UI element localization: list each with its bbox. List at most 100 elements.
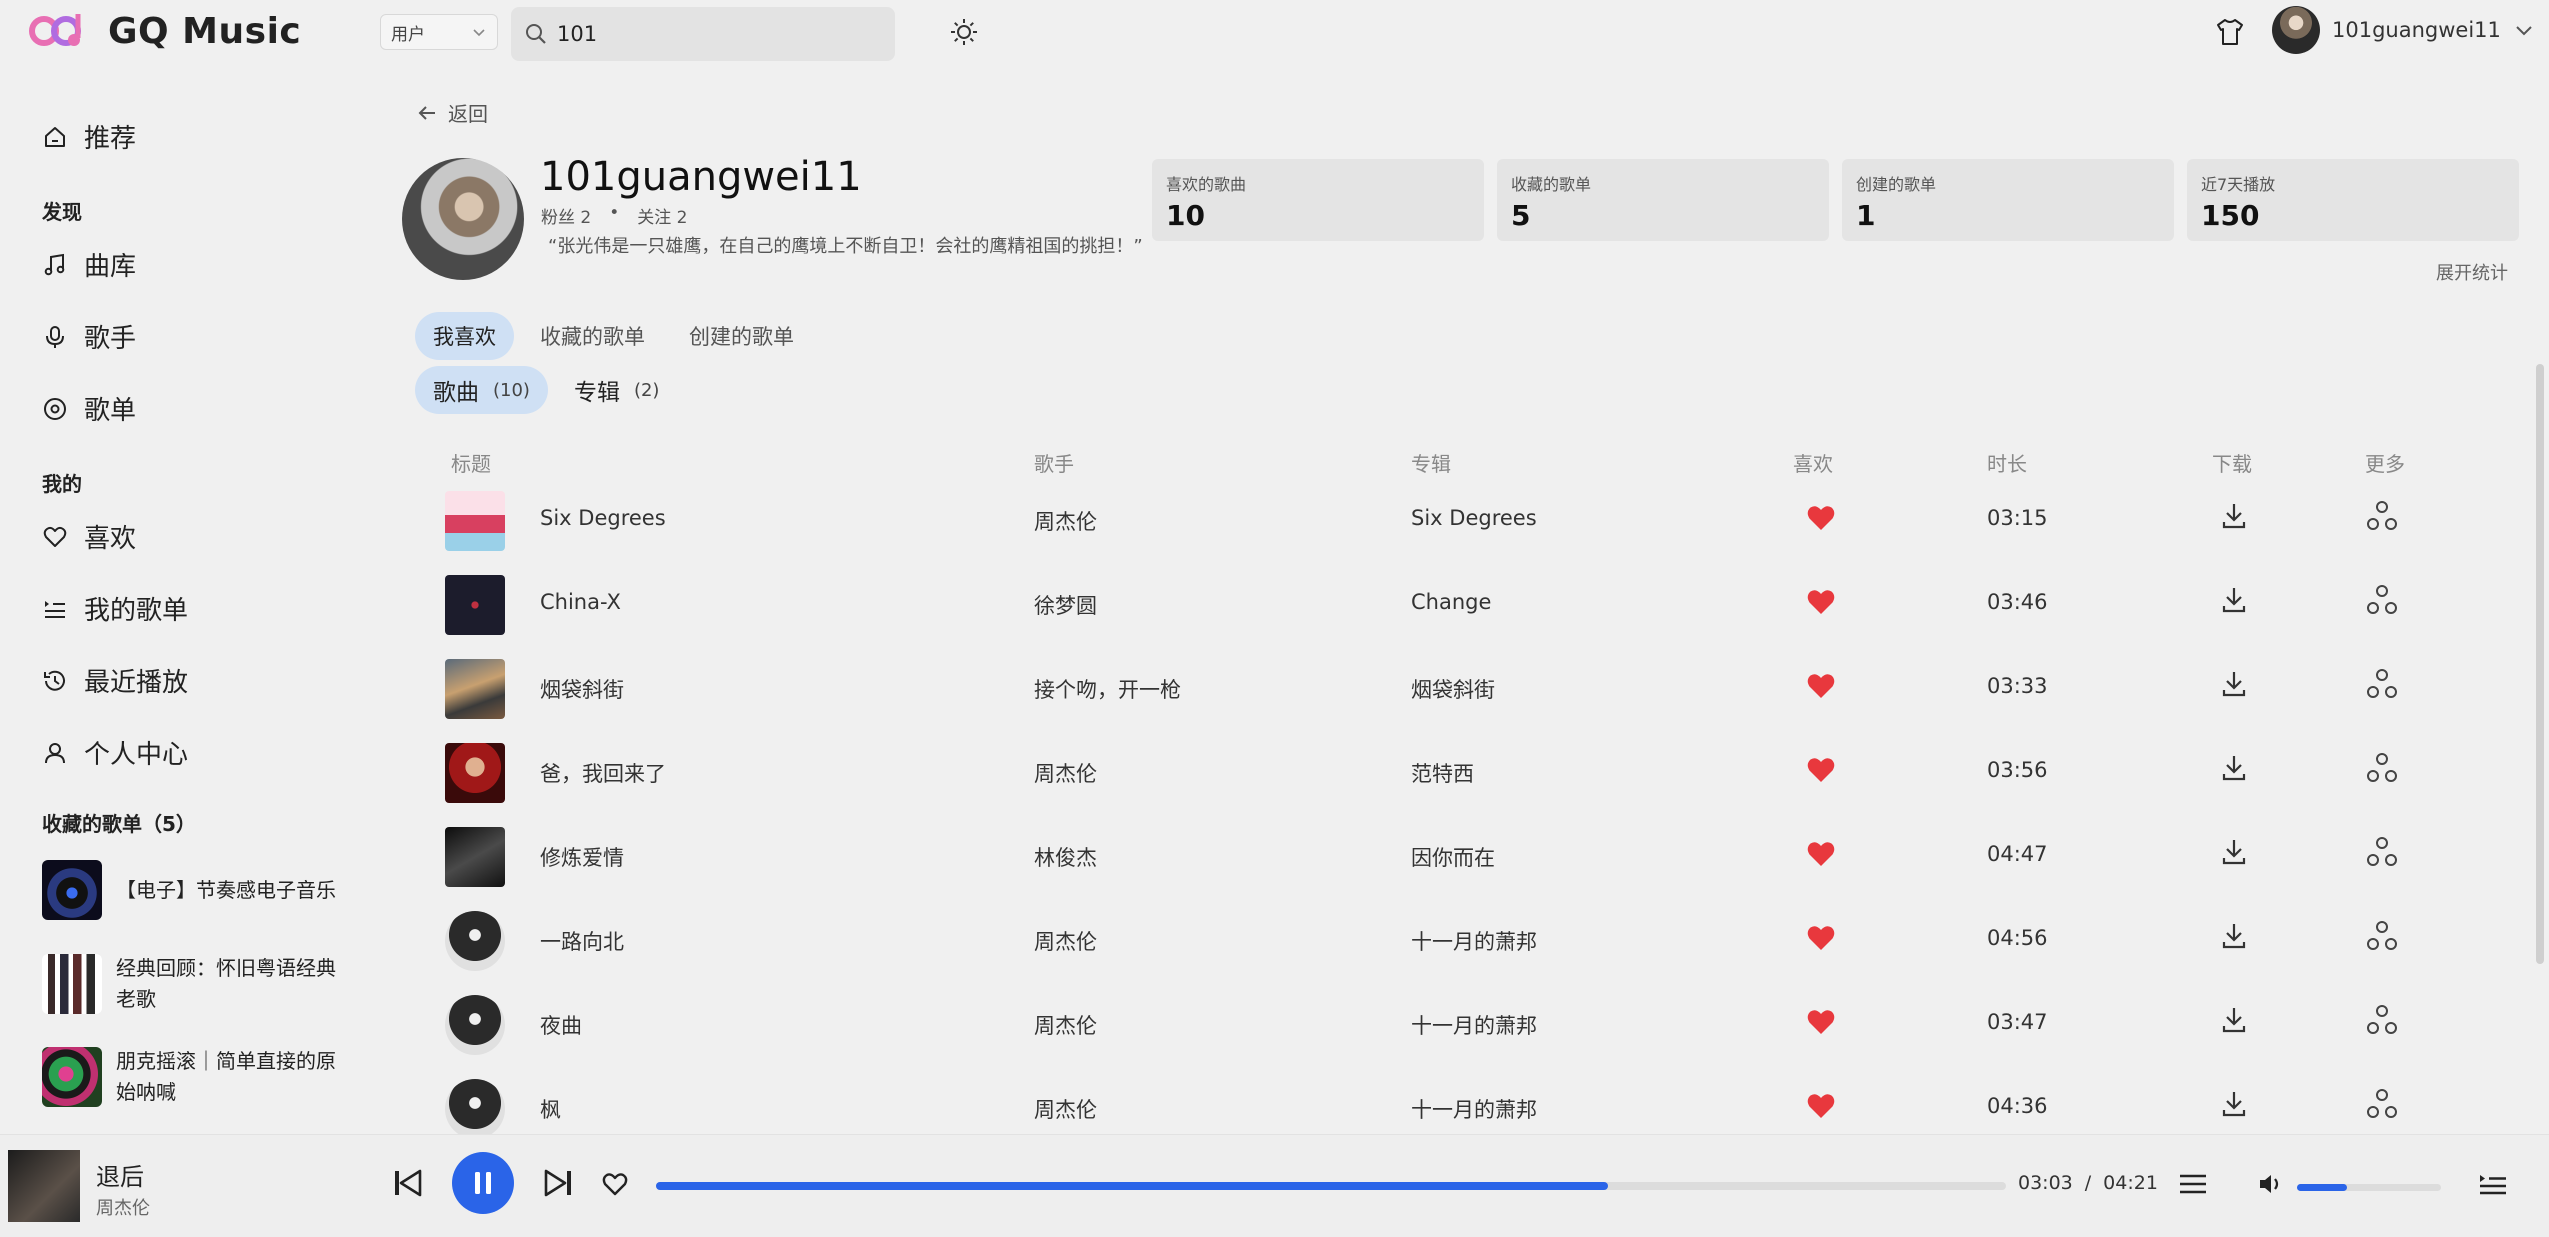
song-artist[interactable]: 周杰伦 <box>1034 758 1097 788</box>
song-artist[interactable]: 接个吻，开一枪 <box>1034 674 1181 704</box>
song-duration: 03:46 <box>1987 590 2048 614</box>
song-album[interactable]: 范特西 <box>1411 758 1474 788</box>
main-scrollbar[interactable] <box>2536 364 2544 964</box>
skin-button[interactable] <box>2212 14 2248 50</box>
more-options-icon[interactable] <box>2365 919 2399 953</box>
tab-created-playlists[interactable]: 创建的歌单 <box>671 312 812 360</box>
song-title[interactable]: 烟袋斜街 <box>540 674 624 704</box>
sidebar-item-recommend[interactable]: 推荐 <box>42 118 136 155</box>
heart-filled-icon[interactable] <box>1806 924 1836 952</box>
search-icon <box>526 24 546 44</box>
heart-filled-icon[interactable] <box>1806 756 1836 784</box>
download-icon[interactable] <box>2220 921 2248 951</box>
skip-next-icon <box>544 1169 571 1197</box>
next-button[interactable] <box>540 1165 576 1201</box>
song-artist[interactable]: 周杰伦 <box>1034 506 1097 536</box>
more-options-icon[interactable] <box>2365 499 2399 533</box>
volume-button[interactable] <box>2254 1167 2288 1201</box>
like-current-button[interactable] <box>598 1167 632 1201</box>
home-icon <box>45 126 65 147</box>
download-icon[interactable] <box>2220 501 2248 531</box>
skip-previous-icon <box>395 1169 422 1197</box>
progress-bar[interactable] <box>656 1182 2006 1190</box>
avatar <box>2272 6 2320 54</box>
subtab-albums[interactable]: 专辑 (2) <box>556 366 678 414</box>
song-title[interactable]: 枫 <box>540 1094 561 1124</box>
search-input[interactable] <box>557 22 857 46</box>
tab-collected-playlists[interactable]: 收藏的歌单 <box>522 312 663 360</box>
song-album[interactable]: 十一月的萧邦 <box>1411 926 1537 956</box>
heart-filled-icon[interactable] <box>1806 1008 1836 1036</box>
song-title[interactable]: China-X <box>540 590 621 614</box>
column-header-download: 下载 <box>2212 452 2252 476</box>
song-album[interactable]: Change <box>1411 590 1491 614</box>
song-artist[interactable]: 周杰伦 <box>1034 1010 1097 1040</box>
tab-liked[interactable]: 我喜欢 <box>415 312 514 360</box>
expand-stats-link[interactable]: 展开统计 <box>2436 259 2508 285</box>
song-title[interactable]: 修炼爱情 <box>540 842 624 872</box>
arrow-left-icon <box>418 105 435 120</box>
profile-avatar <box>402 158 524 280</box>
more-options-icon[interactable] <box>2365 751 2399 785</box>
play-mode-button[interactable] <box>2176 1167 2210 1201</box>
search-type-select[interactable]: 用户 <box>380 14 498 50</box>
more-options-icon[interactable] <box>2365 1087 2399 1121</box>
table-row[interactable]: 修炼爱情 林俊杰 因你而在 04:47 <box>0 815 2549 899</box>
download-icon[interactable] <box>2220 753 2248 783</box>
now-playing-cover[interactable] <box>8 1150 80 1222</box>
more-options-icon[interactable] <box>2365 667 2399 701</box>
song-album[interactable]: 十一月的萧邦 <box>1411 1094 1537 1124</box>
sidebar-item-library[interactable]: 曲库 <box>42 246 136 283</box>
heart-filled-icon[interactable] <box>1806 840 1836 868</box>
song-title[interactable]: 一路向北 <box>540 926 624 956</box>
song-artist[interactable]: 徐梦圆 <box>1034 590 1097 620</box>
back-button[interactable]: 返回 <box>416 98 488 127</box>
theme-toggle-button[interactable] <box>948 16 980 48</box>
song-album[interactable]: 烟袋斜街 <box>1411 674 1495 704</box>
heart-filled-icon[interactable] <box>1806 672 1836 700</box>
follows-count[interactable]: 关注 2 <box>637 203 687 228</box>
table-row[interactable]: Six Degrees 周杰伦 Six Degrees 03:15 <box>0 479 2549 563</box>
play-pause-button[interactable] <box>452 1152 514 1214</box>
more-options-icon[interactable] <box>2365 1003 2399 1037</box>
heart-filled-icon[interactable] <box>1806 504 1836 532</box>
previous-button[interactable] <box>390 1165 426 1201</box>
song-title[interactable]: 爸，我回来了 <box>540 758 666 788</box>
table-row[interactable]: China-X 徐梦圆 Change 03:46 <box>0 563 2549 647</box>
subtab-songs[interactable]: 歌曲 (10) <box>415 366 548 414</box>
table-row[interactable]: 烟袋斜街 接个吻，开一枪 烟袋斜街 03:33 <box>0 647 2549 731</box>
now-playing-artist[interactable]: 周杰伦 <box>96 1194 150 1220</box>
now-playing-title[interactable]: 退后 <box>96 1157 144 1192</box>
song-album[interactable]: 因你而在 <box>1411 842 1495 872</box>
app-logo[interactable]: GQ Music <box>28 6 301 56</box>
table-row[interactable]: 夜曲 周杰伦 十一月的萧邦 03:47 <box>0 983 2549 1067</box>
profile-name: 101guangwei11 <box>540 154 862 200</box>
download-icon[interactable] <box>2220 1005 2248 1035</box>
sidebar-item-artists[interactable]: 歌手 <box>42 318 136 355</box>
heart-filled-icon[interactable] <box>1806 588 1836 616</box>
queue-button[interactable] <box>2476 1167 2510 1201</box>
volume-slider[interactable] <box>2297 1184 2441 1191</box>
song-artist[interactable]: 周杰伦 <box>1034 926 1097 956</box>
user-menu[interactable]: 101guangwei11 <box>2272 6 2535 54</box>
fans-count[interactable]: 粉丝 2 <box>541 203 591 228</box>
sidebar-item-playlists[interactable]: 歌单 <box>42 390 136 427</box>
table-row[interactable]: 爸，我回来了 周杰伦 范特西 03:56 <box>0 731 2549 815</box>
song-title[interactable]: Six Degrees <box>540 506 666 530</box>
download-icon[interactable] <box>2220 669 2248 699</box>
app-name: GQ Music <box>108 10 302 52</box>
song-album[interactable]: 十一月的萧邦 <box>1411 1010 1537 1040</box>
song-title[interactable]: 夜曲 <box>540 1010 582 1040</box>
download-icon[interactable] <box>2220 585 2248 615</box>
song-cover <box>445 491 505 551</box>
song-artist[interactable]: 周杰伦 <box>1034 1094 1097 1124</box>
download-icon[interactable] <box>2220 1089 2248 1119</box>
more-options-icon[interactable] <box>2365 583 2399 617</box>
song-artist[interactable]: 林俊杰 <box>1034 842 1097 872</box>
download-icon[interactable] <box>2220 837 2248 867</box>
song-cover <box>445 659 505 719</box>
table-row[interactable]: 一路向北 周杰伦 十一月的萧邦 04:56 <box>0 899 2549 983</box>
more-options-icon[interactable] <box>2365 835 2399 869</box>
heart-filled-icon[interactable] <box>1806 1092 1836 1120</box>
song-album[interactable]: Six Degrees <box>1411 506 1537 530</box>
